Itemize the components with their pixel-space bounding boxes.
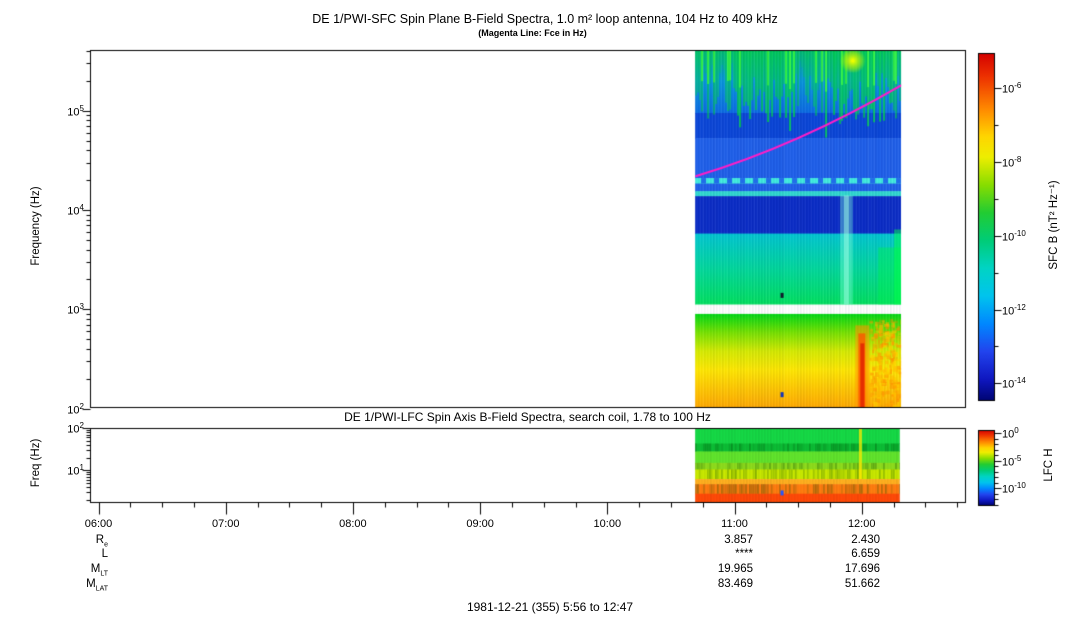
ephemeris-value: **** <box>693 548 753 560</box>
sfc-y-tick-label: 102 <box>50 400 84 418</box>
ephemeris-label-re: Re <box>40 534 108 548</box>
ephemeris-value: 51.662 <box>820 578 880 590</box>
ephemeris-label-mlat: MLAT <box>40 578 108 592</box>
ephemeris-value: 83.469 <box>693 578 753 590</box>
sfc-y-axis-label: Frequency (Hz) <box>30 96 42 356</box>
ephemeris-label-mlt: MLT <box>40 563 108 577</box>
x-tick-label: 11:00 <box>714 517 756 531</box>
ephemeris-value: 2.430 <box>820 534 880 546</box>
x-tick-label: 12:00 <box>841 517 883 531</box>
ephemeris-label-l: L <box>40 548 108 562</box>
sfc-panel-title: DE 1/PWI-SFC Spin Plane B-Field Spectra,… <box>95 12 995 26</box>
figure-caption: 1981-12-21 (355) 5:56 to 12:47 <box>200 600 900 614</box>
sfc-colorbar-tick-label: 10-12 <box>1002 301 1042 319</box>
x-tick-label: 09:00 <box>459 517 501 531</box>
lfc-y-axis-label: Freq (Hz) <box>30 383 42 543</box>
sfc-colorbar-tick-label: 10-6 <box>1002 79 1042 97</box>
spectrogram-figure: DE 1/PWI-SFC Spin Plane B-Field Spectra,… <box>0 0 1083 620</box>
ephemeris-value: 3.857 <box>693 534 753 546</box>
sfc-colorbar-tick-label: 10-14 <box>1002 374 1042 392</box>
x-tick-label: 06:00 <box>78 517 120 531</box>
x-tick-label: 07:00 <box>205 517 247 531</box>
sfc-y-tick-label: 105 <box>50 102 84 120</box>
lfc-colorbar-label: LFC H <box>1043 405 1055 525</box>
ephemeris-value: 6.659 <box>820 548 880 560</box>
sfc-colorbar-label: SFC B (nT² Hz⁻¹) <box>1046 95 1060 355</box>
sfc-colorbar-tick-label: 10-8 <box>1002 153 1042 171</box>
x-tick-label: 08:00 <box>332 517 374 531</box>
sfc-colorbar-tick-label: 10-10 <box>1002 227 1042 245</box>
lfc-colorbar-tick-label: 100 <box>1002 424 1042 442</box>
sfc-y-tick-label: 104 <box>50 201 84 219</box>
spectrogram-canvas <box>0 0 1083 620</box>
lfc-y-tick-label: 102 <box>50 419 84 437</box>
sfc-panel-subtitle: (Magenta Line: Fce in Hz) <box>90 28 975 38</box>
x-tick-label: 10:00 <box>586 517 628 531</box>
lfc-colorbar-tick-label: 10-10 <box>1002 479 1042 497</box>
ephemeris-value: 19.965 <box>693 563 753 575</box>
sfc-y-tick-label: 103 <box>50 300 84 318</box>
lfc-colorbar-tick-label: 10-5 <box>1002 452 1042 470</box>
lfc-y-tick-label: 101 <box>50 461 84 479</box>
lfc-panel-title: DE 1/PWI-LFC Spin Axis B-Field Spectra, … <box>90 410 965 424</box>
ephemeris-value: 17.696 <box>820 563 880 575</box>
